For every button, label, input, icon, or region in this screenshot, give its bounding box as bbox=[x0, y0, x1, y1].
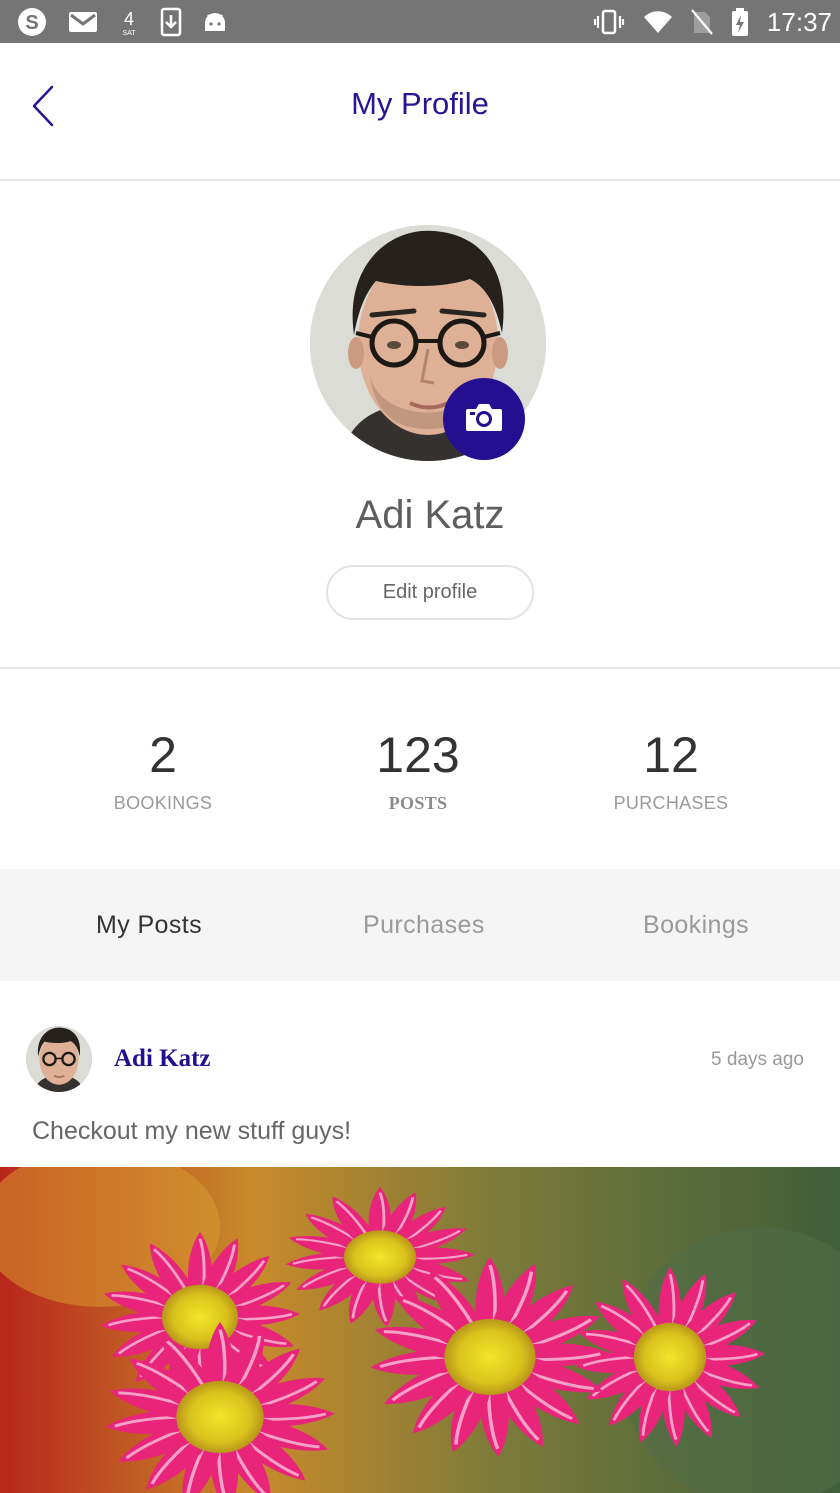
stat-label: POSTS bbox=[388, 793, 448, 813]
post-author-avatar[interactable] bbox=[26, 1026, 92, 1092]
tab-bookings[interactable]: Bookings bbox=[643, 911, 749, 940]
post-timestamp: 5 days ago bbox=[711, 1049, 804, 1070]
top-app-bar: My Profile bbox=[0, 43, 840, 181]
stat-posts[interactable]: 123 POSTS bbox=[298, 727, 538, 814]
page-title: My Profile bbox=[351, 86, 489, 121]
stat-value: 123 bbox=[376, 727, 460, 783]
clock: 17:37 bbox=[766, 6, 832, 37]
android-icon bbox=[202, 9, 228, 35]
network-4-icon: 4 SAT bbox=[118, 7, 140, 37]
status-bar: S 4 SAT 17:37 bbox=[0, 0, 840, 43]
skype-icon: S bbox=[16, 6, 48, 38]
stat-purchases[interactable]: 12 PURCHASES bbox=[551, 727, 791, 814]
stat-bookings[interactable]: 2 BOOKINGS bbox=[43, 727, 283, 814]
wifi-icon bbox=[643, 9, 673, 35]
status-bar-left: S 4 SAT bbox=[16, 6, 228, 38]
tab-bar: My Posts Purchases Bookings bbox=[0, 869, 840, 981]
post-text: Checkout my new stuff guys! bbox=[32, 1117, 352, 1145]
download-icon bbox=[160, 7, 182, 37]
svg-text:S: S bbox=[25, 12, 38, 34]
post-author-name[interactable]: Adi Katz bbox=[114, 1045, 211, 1073]
post-image[interactable] bbox=[0, 1167, 840, 1493]
stats-section: 2 BOOKINGS 123 POSTS 12 PURCHASES bbox=[0, 671, 840, 869]
stat-value: 12 bbox=[643, 727, 699, 783]
profile-section: Adi Katz Edit profile bbox=[0, 183, 840, 669]
no-sim-icon bbox=[691, 8, 713, 36]
stat-value: 2 bbox=[149, 727, 177, 783]
gmail-icon bbox=[68, 10, 98, 34]
tab-my-posts[interactable]: My Posts bbox=[96, 911, 202, 940]
profile-name: Adi Katz bbox=[355, 493, 505, 537]
vibrate-icon bbox=[593, 8, 625, 36]
status-bar-right: 17:37 bbox=[593, 6, 832, 38]
stat-label: BOOKINGS bbox=[113, 793, 213, 813]
svg-text:4: 4 bbox=[124, 9, 134, 29]
svg-text:SAT: SAT bbox=[122, 30, 136, 37]
change-photo-button[interactable] bbox=[443, 378, 525, 460]
stat-label: PURCHASES bbox=[613, 793, 729, 813]
tab-purchases[interactable]: Purchases bbox=[363, 911, 485, 940]
camera-icon bbox=[464, 401, 504, 438]
edit-profile-button[interactable]: Edit profile bbox=[326, 565, 534, 620]
battery-charging-icon bbox=[731, 7, 749, 37]
post-card: Adi Katz 5 days ago Checkout my new stuf… bbox=[0, 981, 840, 1493]
